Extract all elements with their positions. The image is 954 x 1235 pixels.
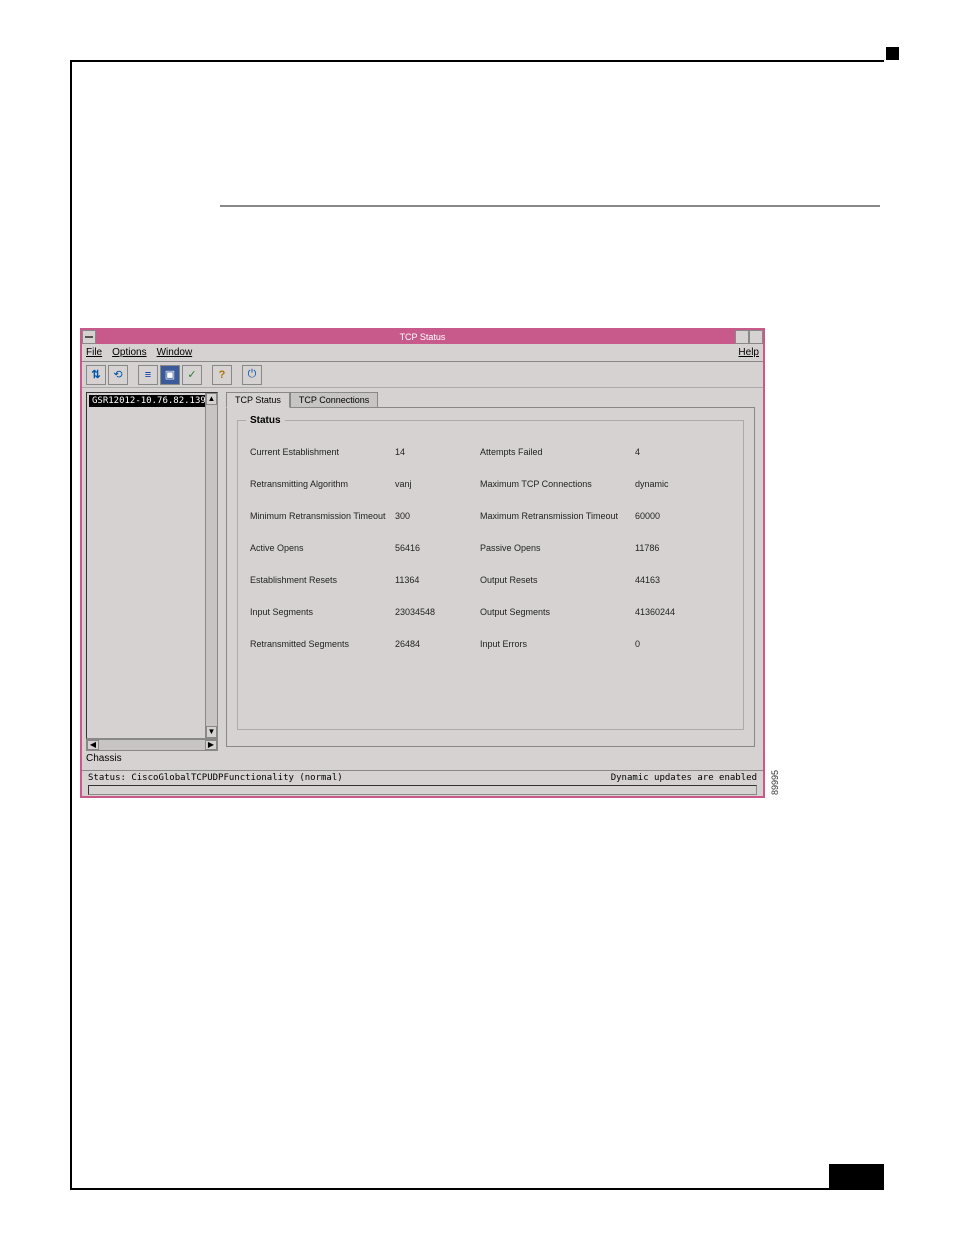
status-text: Status: CiscoGlobalTCPUDPFunctionality (… — [88, 773, 343, 783]
menubar: File Options Window Help — [82, 344, 763, 362]
val-max-retrans-timeout: 60000 — [635, 511, 720, 521]
lbl-retrans-segments: Retransmitted Segments — [250, 639, 395, 649]
toolbar-power-icon[interactable]: ⏻ — [242, 365, 262, 385]
scroll-right-icon[interactable]: ▶ — [205, 740, 217, 750]
val-retrans-segments: 26484 — [395, 639, 480, 649]
fieldset-legend: Status — [246, 415, 285, 426]
scrollbar-horizontal[interactable]: ◀ ▶ — [86, 739, 218, 751]
lbl-max-tcp-conn: Maximum TCP Connections — [480, 479, 635, 489]
status-updates: Dynamic updates are enabled — [611, 773, 757, 783]
lbl-input-errors: Input Errors — [480, 639, 635, 649]
lbl-retrans-algo: Retransmitting Algorithm — [250, 479, 395, 489]
tab-tcp-status[interactable]: TCP Status — [226, 392, 290, 408]
tree-list[interactable]: GSR12012-10.76.82.139 ▲ ▼ — [86, 392, 218, 739]
tab-tcp-connections[interactable]: TCP Connections — [290, 392, 378, 408]
scroll-up-icon[interactable]: ▲ — [206, 393, 217, 405]
val-input-segments: 23034548 — [395, 607, 480, 617]
menu-options[interactable]: Options — [112, 347, 146, 358]
window-title: TCP Status — [400, 332, 446, 342]
lbl-output-segments: Output Segments — [480, 607, 635, 617]
toolbar-btn-3[interactable]: ≡ — [138, 365, 158, 385]
scrollbar-vertical[interactable]: ▲ ▼ — [205, 393, 217, 738]
status-fieldset: Status Current Establishment 14 Attempts… — [237, 420, 744, 730]
page-footer — [70, 1170, 884, 1190]
toolbar-btn-1[interactable]: ⇅ — [86, 365, 106, 385]
val-attempts-failed: 4 — [635, 447, 720, 457]
footer-block — [829, 1164, 884, 1188]
toolbar-help-icon[interactable]: ? — [212, 365, 232, 385]
tree-item-selected[interactable]: GSR12012-10.76.82.139 — [89, 395, 209, 407]
menu-file[interactable]: File — [86, 347, 102, 358]
tabs: TCP Status TCP Connections — [226, 392, 755, 408]
system-menu-icon[interactable] — [82, 330, 96, 344]
val-current-establishment: 14 — [395, 447, 480, 457]
lbl-input-segments: Input Segments — [250, 607, 395, 617]
window-buttons — [735, 330, 763, 344]
app-window: TCP Status File Options Window Help ⇅ ⟲ … — [80, 328, 765, 798]
val-input-errors: 0 — [635, 639, 720, 649]
lbl-output-resets: Output Resets — [480, 575, 635, 585]
side-label: 89995 — [770, 770, 780, 795]
val-active-opens: 56416 — [395, 543, 480, 553]
divider — [220, 205, 880, 207]
toolbar-btn-5[interactable]: ✓ — [182, 365, 202, 385]
menu-window[interactable]: Window — [157, 347, 193, 358]
statusbar: Status: CiscoGlobalTCPUDPFunctionality (… — [82, 770, 763, 798]
val-establishment-resets: 11364 — [395, 575, 480, 585]
tree-label: Chassis — [86, 751, 218, 766]
val-output-segments: 41360244 — [635, 607, 720, 617]
minimize-button[interactable] — [735, 330, 749, 344]
tab-content: Status Current Establishment 14 Attempts… — [226, 407, 755, 747]
scroll-left-icon[interactable]: ◀ — [87, 740, 99, 750]
status-grid: Current Establishment 14 Attempts Failed… — [250, 439, 731, 649]
status-input[interactable] — [88, 785, 757, 795]
lbl-establishment-resets: Establishment Resets — [250, 575, 395, 585]
body-area: GSR12012-10.76.82.139 ▲ ▼ ◀ ▶ Chassis TC… — [82, 388, 763, 770]
lbl-max-retrans-timeout: Maximum Retransmission Timeout — [480, 511, 635, 521]
content-pane: TCP Status TCP Connections Status Curren… — [222, 388, 763, 770]
maximize-button[interactable] — [749, 330, 763, 344]
lbl-min-retrans-timeout: Minimum Retransmission Timeout — [250, 511, 395, 521]
toolbar-btn-2[interactable]: ⟲ — [108, 365, 128, 385]
scroll-down-icon[interactable]: ▼ — [206, 726, 217, 738]
val-max-tcp-conn: dynamic — [635, 479, 720, 489]
lbl-passive-opens: Passive Opens — [480, 543, 635, 553]
lbl-attempts-failed: Attempts Failed — [480, 447, 635, 457]
toolbar-btn-4[interactable]: ▣ — [160, 365, 180, 385]
lbl-active-opens: Active Opens — [250, 543, 395, 553]
val-output-resets: 44163 — [635, 575, 720, 585]
val-min-retrans-timeout: 300 — [395, 511, 480, 521]
val-retrans-algo: vanj — [395, 479, 480, 489]
titlebar: TCP Status — [82, 330, 763, 344]
menu-help[interactable]: Help — [738, 347, 759, 358]
toolbar: ⇅ ⟲ ≡ ▣ ✓ ? ⏻ — [82, 362, 763, 388]
lbl-current-establishment: Current Establishment — [250, 447, 395, 457]
val-passive-opens: 11786 — [635, 543, 720, 553]
tree-pane: GSR12012-10.76.82.139 ▲ ▼ ◀ ▶ Chassis — [82, 388, 222, 770]
